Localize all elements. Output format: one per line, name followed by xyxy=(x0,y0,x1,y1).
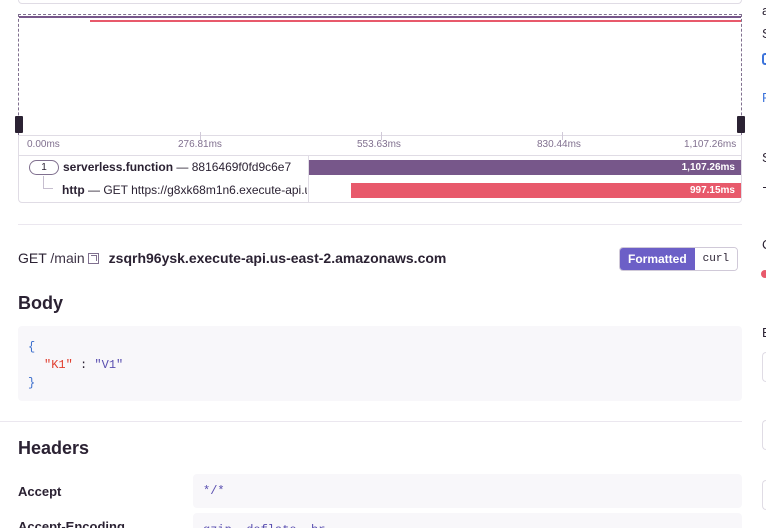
header-value: gzip, deflate, br xyxy=(193,513,742,528)
format-toggle: Formatted curl xyxy=(619,247,739,271)
minimap-root-span xyxy=(19,16,741,18)
json-entry: "K1" : "V1" xyxy=(28,356,732,374)
tick-label: 1,107.26ms xyxy=(684,139,737,150)
header-name: Accept xyxy=(18,484,62,499)
panel-top-edge xyxy=(18,0,742,4)
json-value: "V1" xyxy=(94,358,124,372)
sidebar-box-edge xyxy=(762,420,766,450)
span-title: serverless.function — 8816469f0fd9c6e7 xyxy=(63,160,303,174)
request-host: zsqrh96ysk.execute-api.us-east-2.amazona… xyxy=(108,250,447,266)
section-divider xyxy=(0,421,742,422)
sidebar-status-dot xyxy=(761,270,766,278)
children-count-toggle[interactable]: 1 xyxy=(29,160,59,175)
span-row-child[interactable]: http — GET https://g8xk68m1n6.execute-ap… xyxy=(19,176,741,202)
span-row-root[interactable]: 1 serverless.function — 8816469f0fd9c6e7… xyxy=(19,156,741,179)
json-colon: : xyxy=(80,358,88,372)
sidebar-fragment: a xyxy=(762,3,766,18)
json-key: "K1" xyxy=(44,358,73,372)
sidebar-box-edge xyxy=(762,480,766,510)
request-line: GET /main zsqrh96ysk.execute-api.us-east-… xyxy=(18,250,446,266)
sidebar-box-edge xyxy=(762,352,766,382)
minimap-right-handle[interactable] xyxy=(737,116,745,133)
body-code-block: { "K1" : "V1" } xyxy=(18,326,742,401)
tick-label: 830.44ms xyxy=(537,139,581,150)
span-op: serverless.function xyxy=(63,160,174,174)
sidebar-fragment: C xyxy=(762,237,766,252)
request-method: GET xyxy=(18,250,47,266)
sidebar-fragment: S xyxy=(762,26,766,41)
sidebar-fragment[interactable]: F xyxy=(762,90,766,105)
span-description: GET https://g8xk68m1n6.execute-api.us-ea… xyxy=(103,183,307,197)
span-separator: — xyxy=(173,160,192,174)
request-path: /main xyxy=(50,250,85,266)
section-divider xyxy=(18,224,742,225)
minimap-child-span xyxy=(90,20,741,22)
sidebar-fragment: E xyxy=(762,325,766,340)
formatted-button[interactable]: Formatted xyxy=(620,248,695,270)
tick-label: 276.81ms xyxy=(178,139,222,150)
json-close-brace: } xyxy=(28,376,36,390)
curl-button[interactable]: curl xyxy=(694,248,738,270)
span-op: http xyxy=(62,183,85,197)
tree-connector xyxy=(43,176,53,189)
trace-minimap[interactable] xyxy=(18,14,742,135)
tick-label: 0.00ms xyxy=(27,139,60,150)
sidebar-checkbox[interactable] xyxy=(762,53,766,65)
span-duration-bar[interactable]: 997.15ms xyxy=(351,183,741,198)
span-duration-bar[interactable]: 1,107.26ms xyxy=(309,160,741,175)
headers-section-title: Headers xyxy=(18,438,90,458)
header-value: */* xyxy=(193,474,742,508)
span-separator: — xyxy=(84,183,104,197)
header-name: Accept-Encoding xyxy=(18,519,125,528)
body-section-title: Body xyxy=(18,293,63,313)
span-title: http — GET https://g8xk68m1n6.execute-ap… xyxy=(62,183,307,197)
timeline-ruler: 0.00ms 276.81ms 553.63ms 830.44ms 1,107.… xyxy=(18,132,742,155)
minimap-left-handle[interactable] xyxy=(15,116,23,133)
json-open-brace: { xyxy=(28,340,36,354)
open-in-new-icon[interactable] xyxy=(87,253,99,264)
tick-label: 553.63ms xyxy=(357,139,401,150)
span-tree: 1 serverless.function — 8816469f0fd9c6e7… xyxy=(18,155,742,203)
span-description: 8816469f0fd9c6e7 xyxy=(191,160,292,174)
sidebar-fragment: S xyxy=(762,150,766,165)
